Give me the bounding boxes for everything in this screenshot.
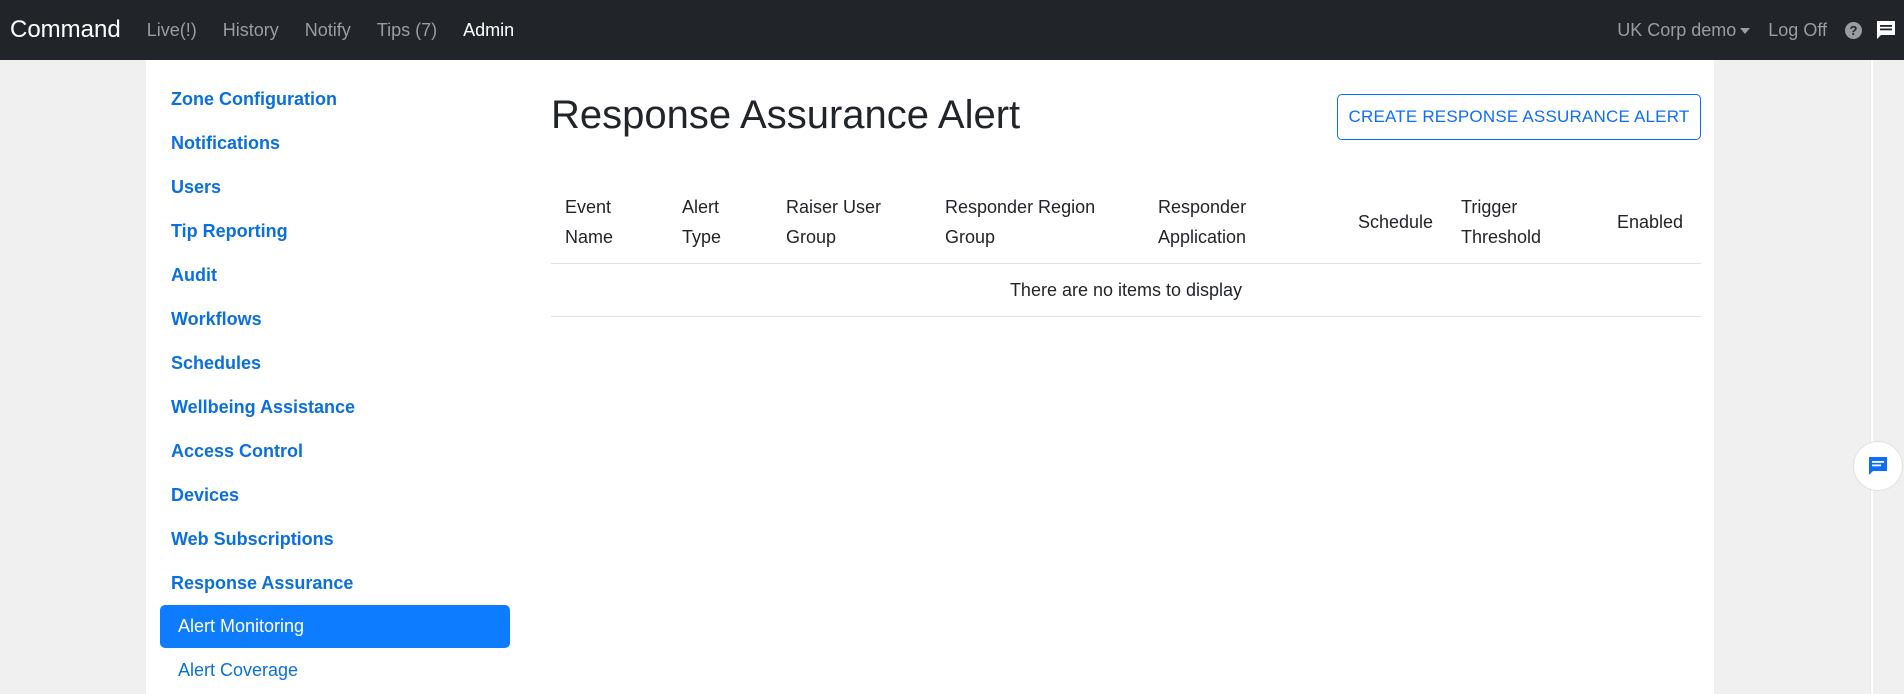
sidebar-item-schedules[interactable]: Schedules [171, 353, 261, 374]
sidebar-item-zone-configuration[interactable]: Zone Configuration [171, 89, 337, 110]
org-dropdown-label: UK Corp demo [1617, 19, 1737, 40]
top-navbar: Command Live(!) History Notify Tips (7) … [0, 0, 1904, 60]
column-header-trigger-threshold[interactable]: Trigger Threshold [1461, 192, 1541, 252]
nav-tips[interactable]: Tips (7) [377, 20, 437, 41]
sidebar-item-response-assurance[interactable]: Response Assurance [171, 573, 353, 594]
column-header-event-name[interactable]: Event Name [565, 192, 613, 252]
scrollbar-track[interactable] [1870, 60, 1873, 694]
nav-links: Live(!) History Notify Tips (7) Admin [147, 20, 540, 41]
column-header-schedule[interactable]: Schedule [1358, 207, 1433, 237]
sidebar-item-users[interactable]: Users [171, 177, 221, 198]
page-title: Response Assurance Alert [551, 93, 1021, 137]
sidebar-subitem-alert-coverage[interactable]: Alert Coverage [160, 649, 510, 692]
sidebar-item-wellbeing-assistance[interactable]: Wellbeing Assistance [171, 397, 355, 418]
column-header-alert-type[interactable]: Alert Type [682, 192, 721, 252]
brand-logo[interactable]: Command [10, 16, 121, 44]
sidebar-item-notifications[interactable]: Notifications [171, 133, 280, 154]
org-dropdown[interactable]: UK Corp demo [1617, 19, 1751, 41]
alerts-table: Event Name Alert Type Raiser User Group … [551, 177, 1701, 317]
chat-icon[interactable] [1874, 18, 1898, 42]
sidebar-item-workflows[interactable]: Workflows [171, 309, 262, 330]
logoff-link[interactable]: Log Off [1768, 20, 1827, 41]
sidebar-item-tip-reporting[interactable]: Tip Reporting [171, 221, 288, 242]
column-header-enabled[interactable]: Enabled [1617, 207, 1683, 237]
nav-history[interactable]: History [223, 20, 279, 41]
nav-right: UK Corp demo Log Off ? [1617, 0, 1904, 60]
sidebar-item-devices[interactable]: Devices [171, 485, 239, 506]
column-header-responder-application[interactable]: Responder Application [1158, 192, 1246, 252]
sidebar-item-access-control[interactable]: Access Control [171, 441, 303, 462]
chat-bubble-icon [1869, 457, 1887, 475]
sidebar-item-audit[interactable]: Audit [171, 265, 217, 286]
nav-admin[interactable]: Admin [463, 20, 514, 41]
empty-table-message: There are no items to display [551, 264, 1701, 317]
floating-chat-button[interactable] [1853, 441, 1903, 491]
sidebar-item-web-subscriptions[interactable]: Web Subscriptions [171, 529, 334, 550]
chevron-down-icon [1740, 28, 1751, 34]
question-circle-icon[interactable]: ? [1845, 21, 1862, 39]
create-alert-button[interactable]: CREATE RESPONSE ASSURANCE ALERT [1337, 94, 1701, 140]
nav-notify[interactable]: Notify [305, 20, 351, 41]
column-header-raiser-user-group[interactable]: Raiser User Group [786, 192, 881, 252]
column-header-responder-region-group[interactable]: Responder Region Group [945, 192, 1095, 252]
table-header: Event Name Alert Type Raiser User Group … [551, 177, 1701, 264]
nav-live[interactable]: Live(!) [147, 20, 197, 41]
sidebar-subitem-alert-monitoring[interactable]: Alert Monitoring [160, 605, 510, 648]
content-panel: Zone Configuration Notifications Users T… [146, 60, 1714, 694]
